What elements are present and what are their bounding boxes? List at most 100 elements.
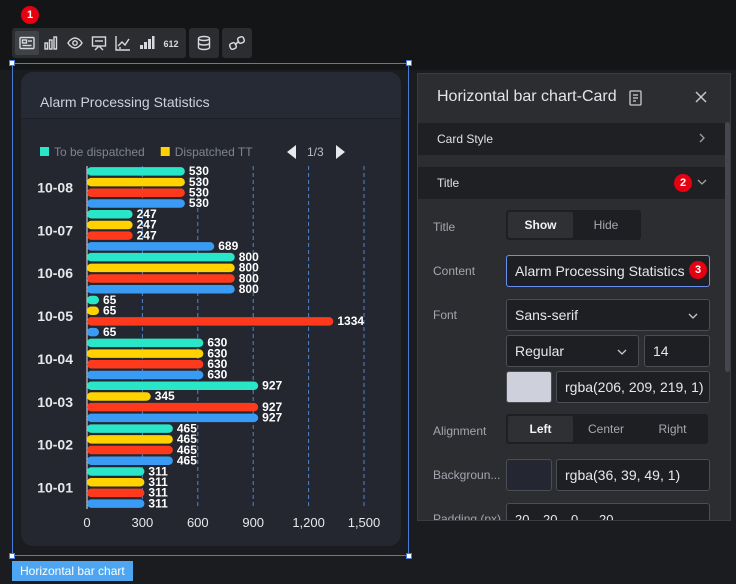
board-icon[interactable] xyxy=(87,31,111,55)
align-center-option[interactable]: Center xyxy=(573,416,639,442)
legend-next-arrow xyxy=(336,145,345,159)
font-size-input[interactable]: 14 xyxy=(644,335,710,367)
number-icon[interactable]: 612 xyxy=(159,31,183,55)
y-category-label: 10-03 xyxy=(37,394,73,410)
bar xyxy=(87,402,259,412)
background-label: Backgroun... xyxy=(433,468,501,482)
resize-handle-top-right[interactable] xyxy=(406,60,412,66)
eye-map-icon[interactable] xyxy=(63,31,87,55)
x-tick-label: 300 xyxy=(132,515,154,530)
font-weight-select[interactable]: Regular xyxy=(506,335,639,367)
padding-bottom-value: 0 xyxy=(571,511,579,521)
font-color-input[interactable]: rgba(206, 209, 219, 1) xyxy=(556,371,710,403)
panel-scrollbar[interactable] xyxy=(725,122,730,372)
data-label: 465 xyxy=(177,453,197,467)
chevron-down-icon xyxy=(617,349,627,355)
alignment-label: Alignment xyxy=(433,424,487,438)
bar xyxy=(87,188,185,198)
bar xyxy=(87,488,145,498)
title-hide-option[interactable]: Hide xyxy=(573,212,639,238)
section-title-label: Title xyxy=(437,176,460,190)
bar xyxy=(87,338,204,348)
background-color-input[interactable]: rgba(36, 39, 49, 1) xyxy=(556,459,710,491)
data-label: 345 xyxy=(155,389,175,403)
chevron-down-icon xyxy=(688,313,698,319)
font-label: Font xyxy=(433,308,458,322)
content-label: Content xyxy=(433,264,476,278)
background-color-swatch[interactable] xyxy=(506,459,552,491)
bar xyxy=(87,349,204,358)
resize-handle-top-left[interactable] xyxy=(9,60,15,66)
bar xyxy=(87,360,204,369)
data-label: 247 xyxy=(137,228,157,242)
bar xyxy=(87,317,334,326)
y-category-label: 10-07 xyxy=(37,222,73,238)
x-tick-label: 900 xyxy=(242,515,264,530)
section-card-style[interactable]: Card Style xyxy=(418,123,730,155)
align-left-option[interactable]: Left xyxy=(508,416,573,442)
bar xyxy=(87,445,173,455)
legend-label: Dispatched TT xyxy=(175,145,253,159)
padding-right-value: 20 xyxy=(543,511,558,521)
title-show-option[interactable]: Show xyxy=(508,212,573,238)
font-color-swatch[interactable] xyxy=(506,371,552,403)
bar xyxy=(87,306,100,315)
content-input[interactable]: Alarm Processing Statistics xyxy=(506,255,710,287)
bar xyxy=(87,499,145,508)
bar xyxy=(87,263,235,273)
close-icon[interactable] xyxy=(693,89,709,105)
x-tick-label: 0 xyxy=(83,515,90,530)
padding-left-value: 20 xyxy=(599,511,614,521)
bar xyxy=(87,413,259,423)
x-tick-label: 1,200 xyxy=(292,515,325,530)
padding-label: Padding (px) xyxy=(433,512,502,521)
bar xyxy=(87,167,185,176)
x-tick-label: 600 xyxy=(187,515,209,530)
chart-card[interactable]: Alarm Processing Statistics To be dispat… xyxy=(21,72,401,546)
link-icon[interactable] xyxy=(225,31,249,55)
database-icon[interactable] xyxy=(192,31,216,55)
font-family-value: Sans-serif xyxy=(515,307,579,323)
bar xyxy=(87,424,173,433)
padding-top-value: 20 xyxy=(515,511,530,521)
horizontal-bar-chart: To be dispatched Dispatched TT 1/3 0 300 600 9… xyxy=(37,145,381,530)
stacked-bar-icon[interactable] xyxy=(135,31,159,55)
data-label: 65 xyxy=(103,303,117,317)
font-family-select[interactable]: Sans-serif xyxy=(506,299,710,331)
step-badge-2: 2 xyxy=(674,174,692,192)
legend-label: To be dispatched xyxy=(54,145,145,159)
data-label: 630 xyxy=(207,368,227,382)
line-chart-icon[interactable] xyxy=(111,31,135,55)
resize-handle-bottom-right[interactable] xyxy=(406,553,412,559)
step-badge-1: 1 xyxy=(21,6,39,24)
data-label: 800 xyxy=(239,282,259,296)
resize-handle-bottom-left[interactable] xyxy=(9,553,15,559)
bar xyxy=(87,274,235,283)
bar xyxy=(87,477,145,487)
toolbar-group-charts: 612 xyxy=(12,28,186,58)
y-category-label: 10-08 xyxy=(37,179,73,195)
bar-chart-icon[interactable] xyxy=(39,31,63,55)
title-visibility-toggle: Show Hide xyxy=(506,210,641,240)
data-label: 65 xyxy=(103,325,117,339)
svg-text:612: 612 xyxy=(163,39,178,49)
padding-input[interactable]: 20 20 0 20 xyxy=(506,503,710,521)
y-category-label: 10-02 xyxy=(37,437,73,453)
step-badge-3: 3 xyxy=(689,261,707,279)
align-right-option[interactable]: Right xyxy=(639,416,706,442)
panel-header: Horizontal bar chart-Card xyxy=(418,74,730,122)
panel-title: Horizontal bar chart-Card xyxy=(437,88,617,105)
data-label: 927 xyxy=(262,411,282,425)
document-icon[interactable] xyxy=(627,89,645,107)
bar xyxy=(87,210,133,219)
data-label: 689 xyxy=(218,239,238,253)
y-category-label: 10-06 xyxy=(37,265,73,281)
bar xyxy=(87,370,204,380)
x-tick-label: 1,500 xyxy=(348,515,381,530)
bar xyxy=(87,220,133,230)
data-label: 1334 xyxy=(337,314,364,328)
font-weight-value: Regular xyxy=(515,343,565,359)
card-icon[interactable] xyxy=(15,31,39,55)
bar xyxy=(87,392,151,401)
component-name-label: Horizontal bar chart xyxy=(12,561,133,581)
